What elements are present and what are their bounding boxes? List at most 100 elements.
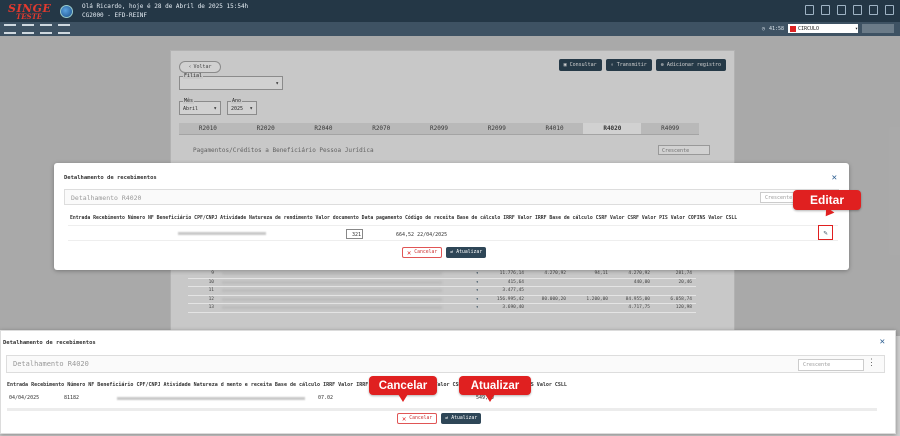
cancel-button[interactable]: ✕ Cancelar [397, 413, 438, 424]
update-label: Atualizar [456, 250, 483, 255]
callout-editar: Editar [793, 190, 861, 210]
row-number: 12 [208, 296, 214, 302]
cancel-label: Cancelar [409, 416, 433, 421]
phone-icon[interactable] [853, 5, 862, 15]
cell-value: 415,64 [507, 279, 524, 285]
cell-value: 84.955,00 [625, 296, 650, 302]
chevron-stack-icon[interactable] [58, 24, 70, 34]
entrada-date: 04/04/2025 [9, 395, 40, 401]
cell-value: 3.477,45 [502, 288, 524, 294]
cell-value: 156.995,42 [496, 296, 524, 302]
close-icon: ✕ [402, 414, 407, 423]
table-row: 13 ◂ 3.690,40 4.717,75 120,98 [188, 304, 696, 313]
share-icon[interactable]: ◂ [472, 271, 482, 276]
table-row: 10 ◂ 415,64 440,00 20,46 [188, 279, 696, 287]
greeting-text: Olá Ricardo, hoje é 28 de Abril de 2025 … [82, 3, 249, 10]
document-icon[interactable] [805, 5, 814, 15]
table-row: 321 664,52 22/04/2025 [68, 225, 838, 241]
cell-value: 4.717,75 [628, 305, 650, 311]
top-bar: SINGE TESTE Olá Ricardo, hoje é 28 de Ab… [0, 0, 900, 22]
company-select[interactable]: CIRCULO ▾ [788, 24, 858, 33]
background-table: 9 ◂ 11.776,14 4.270,92 94,11 4.270,92 281,74 … [188, 270, 696, 313]
menu-icon[interactable] [4, 24, 16, 34]
row-number: 10 [208, 279, 214, 285]
close-icon[interactable]: ✕ [832, 173, 837, 183]
table-row: 12 ◂ 156.995,42 80.000,20 1.200,00 84.955,00… [188, 296, 696, 304]
share-icon[interactable]: ◂ [472, 288, 482, 293]
table-row: 9 ◂ 11.776,14 4.270,92 94,11 4.270,92 281,74 [188, 270, 696, 279]
link-icon[interactable] [869, 5, 878, 15]
blurred-text [117, 397, 305, 400]
globe-icon [60, 5, 73, 18]
extra-select[interactable] [862, 24, 894, 33]
app-logo[interactable]: SINGE TESTE [4, 2, 74, 21]
update-button[interactable]: ⇄ Atualizar [446, 247, 487, 258]
module-name: CG2000 - EFD-REINF [82, 12, 148, 19]
modal-subheader: Detalhamento R4020 Crescente ⋮ [6, 355, 885, 373]
company-name: CIRCULO [798, 25, 820, 32]
update-button[interactable]: ⇄ Atualizar [441, 413, 482, 424]
secondary-toolbar: ◷ 41:58 CIRCULO ▾ [0, 22, 900, 36]
modal-title: Detalhamento de recebimentos [3, 340, 96, 346]
cell-value: 11.776,14 [499, 271, 524, 277]
pencil-icon: ✎ [823, 228, 828, 237]
row-number: 9 [211, 271, 214, 277]
detalhamento-modal-bottom: Detalhamento de recebimentos ✕ Detalhame… [0, 330, 896, 434]
close-icon: ✕ [407, 248, 412, 257]
cell-value: 6.058,74 [670, 296, 692, 302]
cell-value: 1.200,00 [586, 296, 608, 302]
blurred-text [222, 289, 442, 293]
list-icon[interactable] [22, 24, 34, 34]
table-header: Entrada Recebimento Número NF Beneficiár… [70, 216, 738, 221]
cell-value: 94,11 [594, 271, 608, 277]
quantity-input[interactable]: 321 [346, 229, 363, 239]
callout-cancelar: Cancelar [369, 376, 437, 402]
cancel-label: Cancelar [414, 250, 438, 255]
update-label: Atualizar [451, 416, 478, 421]
sort-select[interactable]: Crescente [798, 359, 864, 371]
horizontal-scrollbar[interactable] [7, 408, 877, 411]
logo-subtext: TESTE [16, 12, 43, 21]
cell-value: 281,74 [675, 271, 692, 277]
detalhamento-modal-top: Detalhamento de recebimentos ✕ Detalhame… [54, 163, 849, 270]
row-number: 11 [208, 288, 214, 294]
cell-value: 80.000,20 [541, 296, 566, 302]
blurred-text [222, 306, 442, 310]
blurred-text [222, 280, 442, 284]
chevron-down-icon: ▾ [854, 25, 858, 32]
table-row: 11 ◂ 3.477,45 [188, 287, 696, 296]
modal-subtitle: Detalhamento R4020 [13, 360, 89, 368]
share-icon[interactable]: ◂ [472, 280, 482, 285]
edit-button[interactable]: ✎ [818, 225, 833, 240]
company-flag-icon [790, 25, 796, 32]
cell-value: 3.690,40 [502, 305, 524, 311]
blurred-text [222, 272, 442, 276]
session-time: 41:58 [768, 25, 784, 32]
modal-title: Detalhamento de recebimentos [64, 175, 157, 181]
blurred-text [178, 232, 266, 235]
modal-subheader: Detalhamento R4020 Crescente [64, 189, 839, 205]
more-options-icon[interactable]: ⋮ [867, 358, 876, 368]
row-number: 13 [208, 305, 214, 311]
share-icon[interactable]: ◂ [472, 305, 482, 310]
cancel-button[interactable]: ✕ Cancelar [402, 247, 443, 258]
cell-value: 4.270,92 [544, 271, 566, 277]
natureza-value: 07.02 [318, 395, 334, 401]
table-row: 04/04/2025 81182 07.02 549,99 [7, 395, 877, 405]
callout-atualizar: Atualizar [459, 376, 531, 402]
cart-icon[interactable] [837, 5, 846, 15]
blurred-text [222, 297, 442, 301]
report-icon[interactable] [821, 5, 830, 15]
modal-subtitle: Detalhamento R4020 [71, 194, 142, 202]
panel-icon[interactable] [40, 24, 52, 34]
recebimento-number: 81182 [64, 395, 80, 401]
cell-value: 440,00 [633, 279, 650, 285]
row-values: 664,52 22/04/2025 [396, 232, 448, 238]
cell-value: 4.270,92 [628, 271, 650, 277]
cell-value: 120,98 [675, 305, 692, 311]
share-icon[interactable]: ◂ [472, 297, 482, 302]
logout-icon[interactable] [885, 5, 894, 15]
refresh-icon: ⇄ [450, 250, 454, 255]
close-icon[interactable]: ✕ [880, 337, 885, 347]
top-icons [805, 5, 894, 15]
